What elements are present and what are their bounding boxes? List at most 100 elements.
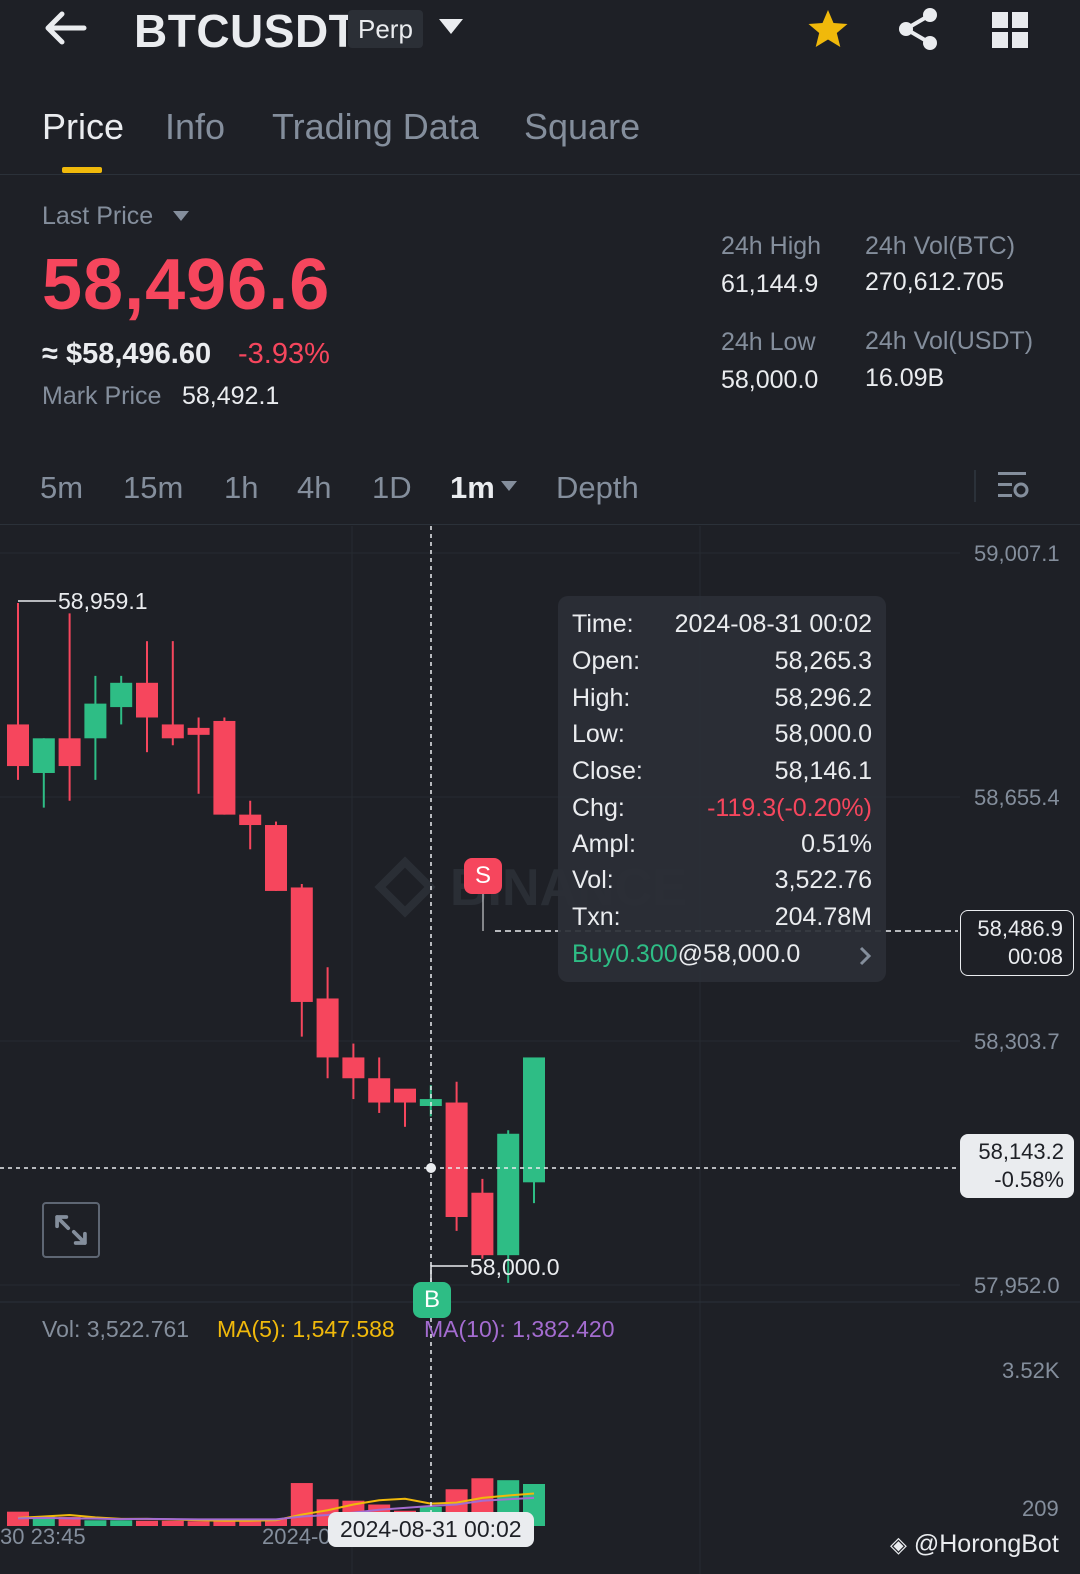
- interval-5m[interactable]: 5m: [40, 470, 83, 506]
- tab-square[interactable]: Square: [524, 106, 640, 148]
- tooltip-key: Chg:: [572, 794, 625, 822]
- tooltip-row: Close: 58,146.1: [572, 757, 872, 793]
- tooltip-value: 3,522.76: [774, 866, 872, 894]
- time-axis-label: 30 23:45: [0, 1524, 86, 1549]
- candle-body: [58, 738, 81, 767]
- crosshair-point: [426, 1163, 436, 1173]
- candle-body: [32, 738, 55, 773]
- candle-body: [394, 1088, 416, 1103]
- tooltip-row: Chg: -119.3(-0.20%): [572, 794, 872, 830]
- tooltip-key: Low:: [572, 720, 625, 748]
- tooltip-row: Open: 58,265.3: [572, 647, 872, 683]
- sell-marker[interactable]: S: [464, 858, 502, 894]
- price-axis-label: 59,007.1: [974, 541, 1060, 566]
- candle-body: [7, 724, 29, 767]
- caret-down-icon[interactable]: [500, 480, 518, 492]
- buy-marker[interactable]: B: [413, 1282, 451, 1318]
- high-marker-label: 58,959.1: [58, 588, 148, 614]
- last-price: 58,496.6: [42, 245, 331, 325]
- tooltip-value: 204.78M: [774, 903, 872, 931]
- tooltip-trade-row[interactable]: Buy0.300@58,000.0: [572, 940, 872, 976]
- back-arrow-icon[interactable]: [40, 8, 92, 48]
- interval-1h[interactable]: 1h: [224, 470, 258, 506]
- candle-body: [316, 998, 339, 1058]
- caret-down-icon[interactable]: [438, 18, 464, 36]
- volume-bar: [136, 1520, 158, 1526]
- tooltip-key: Close:: [572, 757, 643, 785]
- tooltip-value: 0.51%: [801, 830, 872, 858]
- high-24h-value: 61,144.9: [721, 270, 819, 298]
- interval-1m[interactable]: 1m: [450, 470, 495, 506]
- volume-axis-label: 3.52K: [1002, 1358, 1060, 1383]
- interval-4h[interactable]: 4h: [297, 470, 331, 506]
- candle-body: [239, 814, 262, 826]
- divider: [0, 174, 1080, 175]
- candle-body: [471, 1192, 494, 1256]
- vol-usdt-label: 24h Vol(USDT): [865, 327, 1034, 355]
- tooltip-value: 58,146.1: [774, 757, 872, 785]
- tooltip-key: Vol:: [572, 866, 614, 894]
- low-24h-label: 24h Low: [721, 328, 816, 356]
- chevron-right-icon[interactable]: [858, 946, 872, 966]
- tooltip-value: 2024-08-31 00:02: [674, 610, 872, 638]
- last-price-label[interactable]: Last Price: [42, 202, 153, 231]
- divider: [974, 470, 976, 502]
- tooltip-value: 58,265.3: [774, 647, 872, 675]
- candle-body: [161, 724, 184, 739]
- vol-btc-value: 270,612.705: [865, 268, 1005, 296]
- interval-1d[interactable]: 1D: [372, 470, 412, 506]
- time-axis-label: 2024-0: [262, 1524, 331, 1549]
- tooltip-trade-side: Buy0.300@58,000.0: [572, 940, 800, 969]
- caret-down-icon[interactable]: [172, 210, 190, 222]
- tooltip-row: Vol: 3,522.76: [572, 866, 872, 902]
- chart-settings-icon[interactable]: [996, 468, 1030, 502]
- price-axis-label: 58,303.7: [974, 1029, 1060, 1054]
- tooltip-row: Txn: 204.78M: [572, 903, 872, 939]
- candle-body: [84, 703, 107, 739]
- volume-bar: [110, 1520, 133, 1526]
- trade-price: @58,000.0: [677, 940, 801, 968]
- share-icon[interactable]: [896, 6, 940, 52]
- candle-body: [497, 1133, 520, 1256]
- star-icon[interactable]: [806, 8, 850, 50]
- volume-bar: [213, 1521, 236, 1526]
- candlestick-chart[interactable]: BINANCE: [0, 526, 1080, 1574]
- interval-depth[interactable]: Depth: [556, 470, 639, 506]
- candle-body: [290, 887, 313, 1002]
- vol-usdt-value: 16.09B: [865, 364, 945, 392]
- crosshair-price-tag: 58,143.2 -0.58%: [960, 1134, 1074, 1198]
- credit-watermark: ◈ @HorongBot: [890, 1530, 1059, 1559]
- tooltip-key: Time:: [572, 610, 634, 638]
- candle-body: [187, 727, 210, 735]
- crosshair-time-tag: 2024-08-31 00:02: [328, 1512, 534, 1547]
- tab-trading-data[interactable]: Trading Data: [272, 106, 479, 148]
- symbol-title[interactable]: BTCUSDT: [134, 4, 357, 58]
- volume-legend: Vol: 3,522.761: [42, 1316, 190, 1342]
- low-marker-label: 58,000.0: [470, 1254, 560, 1280]
- countdown: 00:08: [1007, 944, 1063, 969]
- perp-badge: Perp: [348, 10, 423, 48]
- mark-price-value: 58,492.1: [182, 382, 280, 410]
- candle-body: [213, 720, 236, 815]
- last-price-tag-value: 58,486.9: [977, 916, 1063, 941]
- candle-body: [445, 1102, 468, 1218]
- price-axis-label: 58,655.4: [974, 785, 1060, 810]
- ohlc-tooltip: Time: 2024-08-31 00:02 Open: 58,265.3 High…: [558, 596, 886, 982]
- volume-axis-label: 209: [1022, 1496, 1059, 1521]
- tab-info[interactable]: Info: [165, 106, 225, 148]
- volume-bar: [187, 1521, 210, 1526]
- tooltip-value: 58,296.2: [774, 684, 872, 712]
- tooltip-row: Low: 58,000.0: [572, 720, 872, 756]
- candle-body: [136, 682, 158, 718]
- tab-price[interactable]: Price: [42, 106, 124, 148]
- price-change-percent: -3.93%: [238, 338, 330, 370]
- volume-bar: [161, 1520, 184, 1526]
- active-tab-indicator: [62, 167, 102, 173]
- expand-icon[interactable]: [42, 1202, 100, 1258]
- volume-bar: [84, 1520, 107, 1526]
- interval-15m[interactable]: 15m: [123, 470, 183, 506]
- price-axis-label: 57,952.0: [974, 1273, 1060, 1298]
- grid-icon[interactable]: [990, 10, 1030, 50]
- tooltip-row: Time: 2024-08-31 00:02: [572, 610, 872, 646]
- ma10-legend: MA(10): 1,382.420: [424, 1316, 615, 1342]
